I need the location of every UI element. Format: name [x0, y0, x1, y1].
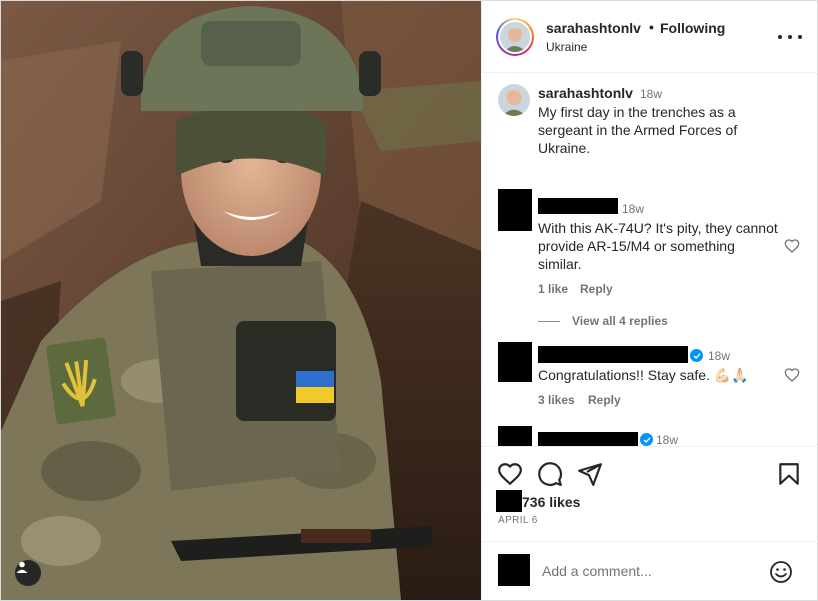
comment-reply-button[interactable]: Reply [588, 393, 621, 407]
add-comment-row [482, 541, 818, 600]
caption-avatar[interactable] [498, 84, 530, 116]
post-date[interactable]: APRIL 6 [498, 515, 538, 526]
comment-username-redacted[interactable] [538, 346, 688, 363]
view-replies-button[interactable]: View all 4 replies [572, 314, 668, 328]
verified-badge-icon [690, 349, 703, 362]
post-header: sarahashtonlv • Following Ukraine [482, 1, 818, 73]
comment-like-count[interactable]: 3 likes [538, 393, 575, 407]
likes-count[interactable]: 736 likes [522, 494, 580, 510]
add-comment-input[interactable] [542, 560, 762, 582]
verified-badge-icon [640, 433, 653, 446]
comment-username-redacted[interactable] [538, 432, 638, 446]
view-replies-line [538, 321, 560, 322]
post-location[interactable]: Ukraine [546, 40, 587, 54]
caption-avatar-image [498, 84, 530, 116]
comment-reply-button[interactable]: Reply [580, 282, 613, 296]
comment-avatar-redacted[interactable] [498, 189, 532, 231]
emoji-icon[interactable] [769, 560, 793, 584]
likes-redacted [496, 490, 522, 512]
separator-dot: • [649, 19, 654, 35]
comment-username-redacted[interactable] [538, 198, 618, 214]
author-username[interactable]: sarahashtonlv [546, 20, 641, 36]
user-tag-icon [16, 561, 28, 573]
comment-time: 18w [708, 349, 731, 363]
more-options-button[interactable] [778, 29, 802, 45]
comment-heart-icon[interactable] [784, 238, 800, 254]
comment-avatar-redacted[interactable] [498, 426, 532, 446]
comment-like-count[interactable]: 1 like [538, 282, 568, 296]
author-avatar[interactable] [496, 18, 534, 56]
comment-text: Congratulations!! Stay safe. 💪🏻🙏🏻 [538, 367, 749, 383]
comment-icon[interactable] [537, 461, 563, 487]
caption-username[interactable]: sarahashtonlv [538, 85, 633, 101]
post-side-panel: sarahashtonlv • Following Ukraine saraha… [481, 1, 818, 600]
comment-time: 18w [622, 202, 645, 216]
post-photo[interactable] [1, 1, 481, 600]
author-avatar-image [500, 22, 530, 52]
caption-text: My first day in the trenches as a sergea… [538, 104, 738, 156]
more-options-icon [778, 35, 782, 39]
comment-heart-icon[interactable] [784, 367, 800, 383]
following-button[interactable]: Following [660, 20, 725, 36]
soldier-selfie-image [1, 1, 481, 600]
comment-avatar-redacted[interactable] [498, 342, 532, 382]
caption-time: 18w [640, 87, 663, 101]
send-icon[interactable] [577, 461, 603, 487]
user-tag-button[interactable] [15, 560, 41, 586]
comment-time: 18w [656, 433, 679, 446]
comment-text: With this AK-74U? It's pity, they cannot… [538, 220, 778, 272]
post-container: sarahashtonlv • Following Ukraine saraha… [0, 0, 818, 601]
comments-list[interactable]: sarahashtonlv 18w My first day in the tr… [482, 74, 818, 446]
viewer-avatar-redacted [498, 554, 530, 586]
bookmark-icon[interactable] [776, 461, 802, 487]
heart-icon[interactable] [497, 461, 523, 487]
